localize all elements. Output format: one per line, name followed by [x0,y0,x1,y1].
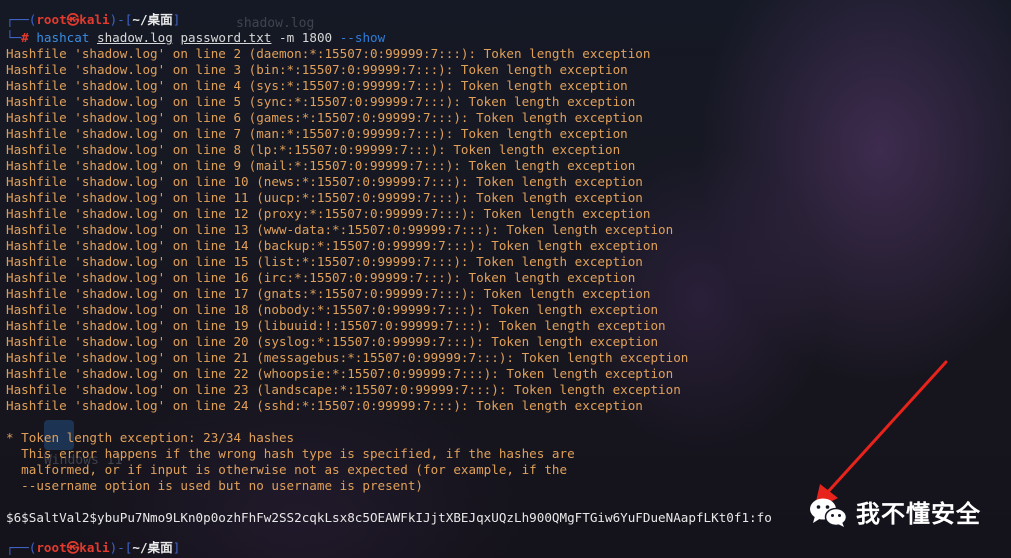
watermark-text: 我不懂安全 [856,500,981,528]
watermark: 我不懂安全 [808,494,981,529]
red-arrow-annotation [814,360,948,510]
wechat-icon [810,498,848,527]
arrow-shaft [824,360,948,496]
